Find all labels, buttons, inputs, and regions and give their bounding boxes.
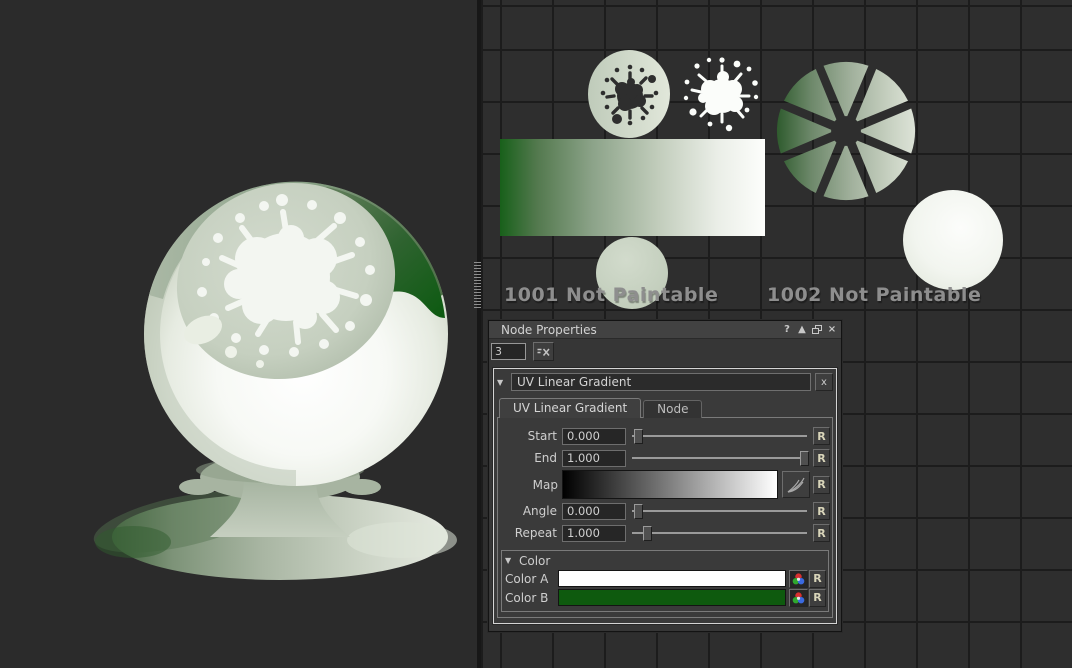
tab-node[interactable]: Node <box>643 400 702 418</box>
node-properties-panel: Node Properties ? ▲ × 3 <box>488 320 842 632</box>
curve-icon <box>786 476 806 494</box>
color-a-swatch[interactable] <box>558 570 786 587</box>
slider-handle[interactable] <box>643 526 652 541</box>
pinned-count-input[interactable]: 3 <box>491 343 526 360</box>
angle-slider[interactable] <box>630 503 809 519</box>
reset-repeat-button[interactable]: R <box>813 524 830 542</box>
mari-workspace: 1001 Not Paintable 1002 Not Paintable No… <box>0 0 1072 668</box>
slider-track <box>632 532 807 534</box>
color-b-row: Color B R <box>505 588 825 607</box>
node-name-field[interactable]: UV Linear Gradient <box>511 373 811 391</box>
angle-row: Angle 0.000 R <box>501 500 829 522</box>
repeat-row: Repeat 1.000 R <box>501 522 829 544</box>
start-input[interactable]: 0.000 <box>562 428 626 445</box>
help-icon[interactable]: ? <box>781 324 793 336</box>
slider-handle[interactable] <box>800 451 809 466</box>
udim-tile-label-1002: 1002 Not Paintable <box>767 284 981 306</box>
reset-start-button[interactable]: R <box>813 427 830 445</box>
rgb-picker-icon <box>792 592 805 604</box>
uv-island-white-splat <box>677 48 767 138</box>
reset-end-button[interactable]: R <box>813 449 830 467</box>
node-properties-group: ▼ UV Linear Gradient x UV Linear Gradien… <box>493 368 837 624</box>
slider-handle[interactable] <box>634 429 643 444</box>
node-tabs: UV Linear Gradient Node <box>499 398 833 418</box>
panel-title: Node Properties <box>501 323 781 337</box>
map-row: Map R <box>501 469 829 500</box>
uv-island-pinwheel <box>771 56 921 206</box>
end-input[interactable]: 1.000 <box>562 450 626 467</box>
map-label: Map <box>501 478 558 492</box>
angle-label: Angle <box>501 504 558 518</box>
color-a-picker-button[interactable] <box>789 570 808 588</box>
repeat-slider[interactable] <box>630 525 809 541</box>
color-a-row: Color A R <box>505 569 825 588</box>
end-row: End 1.000 R <box>501 447 829 469</box>
color-b-picker-button[interactable] <box>789 589 808 607</box>
clear-icon <box>537 347 550 357</box>
collapse-panel-icon[interactable]: ▲ <box>796 324 808 336</box>
start-slider[interactable] <box>630 428 809 444</box>
tab-uv-linear-gradient[interactable]: UV Linear Gradient <box>499 398 641 418</box>
remove-node-button[interactable]: x <box>815 373 833 391</box>
reset-color-b-button[interactable]: R <box>809 589 826 607</box>
start-label: Start <box>501 429 558 443</box>
slider-track <box>632 510 807 512</box>
rgb-picker-icon <box>792 573 805 585</box>
ortho-3d-viewport[interactable] <box>0 0 477 668</box>
panel-titlebar[interactable]: Node Properties ? ▲ × <box>489 321 841 339</box>
repeat-input[interactable]: 1.000 <box>562 525 626 542</box>
reset-map-button[interactable]: R <box>813 476 830 494</box>
end-label: End <box>501 451 558 465</box>
collapse-color-icon[interactable]: ▼ <box>505 556 515 565</box>
close-panel-icon[interactable]: × <box>826 324 838 336</box>
slider-handle[interactable] <box>634 504 643 519</box>
start-row: Start 0.000 R <box>501 425 829 447</box>
end-slider[interactable] <box>630 450 809 466</box>
color-a-label: Color A <box>505 572 555 586</box>
reset-angle-button[interactable]: R <box>813 502 830 520</box>
reset-color-a-button[interactable]: R <box>809 570 826 588</box>
color-section-title: Color <box>519 554 550 568</box>
float-panel-icon[interactable] <box>811 324 823 336</box>
uv-island-big-sphere <box>903 190 1003 290</box>
gradient-settings-pane: Start 0.000 R End 1.000 R <box>497 417 833 618</box>
udim-tile-label-1001: 1001 Not Paintable <box>504 284 718 306</box>
uv-island-gradient-rect <box>500 139 765 236</box>
color-b-swatch[interactable] <box>558 589 786 606</box>
angle-input[interactable]: 0.000 <box>562 503 626 520</box>
collapse-node-icon[interactable]: ▼ <box>497 378 507 387</box>
shader-ball-preview <box>0 0 477 668</box>
uv-island-splat-circle <box>586 49 672 139</box>
color-section: ▼ Color Color A <box>501 550 829 612</box>
repeat-label: Repeat <box>501 526 558 540</box>
map-gradient-bar[interactable] <box>562 470 778 499</box>
slider-track <box>632 435 807 437</box>
slider-track <box>632 457 807 459</box>
edit-curve-button[interactable] <box>782 471 810 498</box>
color-b-label: Color B <box>505 591 555 605</box>
clear-pinned-button[interactable] <box>533 342 554 361</box>
